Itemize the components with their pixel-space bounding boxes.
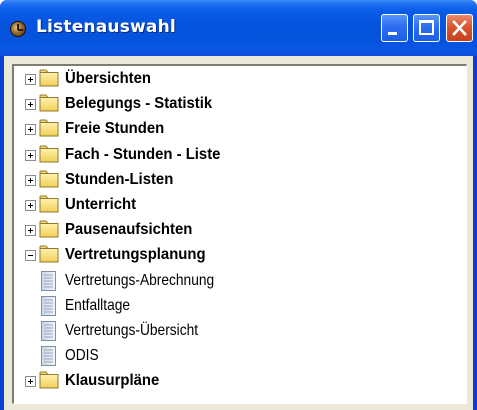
- document-icon: [41, 321, 56, 341]
- collapse-icon[interactable]: [25, 250, 36, 262]
- tree-item-odis[interactable]: ODIS: [14, 344, 454, 369]
- tree-folder-klausurplaene[interactable]: Klausurpläne: [14, 369, 454, 394]
- expand-icon[interactable]: [25, 124, 36, 136]
- tree-item-vertretungs-abrechnung[interactable]: Vertretungs-Abrechnung: [14, 269, 454, 294]
- tree-folder-unterricht[interactable]: Unterricht: [14, 193, 454, 218]
- document-icon: [41, 346, 56, 367]
- tree-folder-pausenaufsichten[interactable]: Pausenaufsichten: [14, 218, 454, 243]
- tree-item-label: Freie Stunden: [65, 120, 165, 138]
- expand-icon[interactable]: [25, 225, 36, 237]
- window-title: Listenauswahl: [36, 17, 176, 37]
- tree-item-label: Entfalltage: [65, 296, 131, 314]
- folder-icon: [39, 245, 59, 263]
- expand-icon[interactable]: [25, 74, 36, 85]
- tree-folder-stunden-listen[interactable]: Stunden-Listen: [14, 168, 454, 193]
- title-bar[interactable]: Listenauswahl: [0, 0, 477, 56]
- tree-item-label: Pausenaufsichten: [65, 221, 193, 239]
- minimize-button[interactable]: [381, 14, 408, 42]
- tree-folder-uebersichten[interactable]: Übersichten: [14, 67, 454, 92]
- folder-icon: [39, 220, 59, 238]
- tree-folder-fach-stunden-liste[interactable]: Fach - Stunden - Liste: [14, 143, 454, 168]
- tree-item-label: Stunden-Listen: [65, 170, 174, 188]
- tree-folder-belegungs-statistik[interactable]: Belegungs - Statistik: [14, 92, 454, 117]
- folder-icon: [39, 170, 59, 188]
- folder-icon: [39, 371, 59, 389]
- tree-folder-vertretungsplanung[interactable]: Vertretungsplanung: [14, 243, 454, 268]
- document-icon: [41, 295, 56, 316]
- tree-item-label: Belegungs - Statistik: [65, 95, 213, 113]
- expand-icon[interactable]: [25, 149, 36, 161]
- listenauswahl-window: Listenauswahl Übersichten Belegungs - Sta…: [0, 0, 477, 410]
- window-client-area: Übersichten Belegungs - Statistik Freie St…: [4, 56, 473, 410]
- tree-item-entfalltage[interactable]: Entfalltage: [14, 294, 454, 319]
- tree-item-label: ODIS: [65, 347, 99, 365]
- expand-icon[interactable]: [25, 174, 36, 186]
- maximize-icon: [419, 20, 434, 35]
- folder-icon: [39, 69, 59, 87]
- tree-item-label: Vertretungsplanung: [65, 246, 206, 264]
- tree-folder-freie-stunden[interactable]: Freie Stunden: [14, 117, 454, 142]
- folder-icon: [39, 94, 59, 112]
- clock-icon: [10, 21, 26, 37]
- expand-icon[interactable]: [25, 200, 36, 211]
- tree-item-label: Unterricht: [65, 196, 137, 213]
- maximize-button[interactable]: [413, 14, 440, 42]
- document-icon: [41, 270, 56, 291]
- close-icon: [452, 20, 467, 36]
- tree-item-label: Fach - Stunden - Liste: [65, 145, 221, 163]
- folder-icon: [39, 195, 59, 213]
- folder-icon: [39, 145, 59, 163]
- tree-item-label: Vertretungs-Übersicht: [65, 322, 199, 339]
- tree-item-label: Klausurpläne: [65, 372, 160, 390]
- minimize-icon: [388, 32, 397, 35]
- expand-icon[interactable]: [25, 376, 36, 388]
- tree-item-label: Vertretungs-Abrechnung: [65, 271, 215, 289]
- list-tree[interactable]: Übersichten Belegungs - Statistik Freie St…: [12, 64, 467, 404]
- expand-icon[interactable]: [25, 99, 36, 111]
- tree-item-label: Übersichten: [65, 70, 151, 87]
- close-button[interactable]: [446, 14, 473, 42]
- tree-item-vertretungs-uebersicht[interactable]: Vertretungs-Übersicht: [14, 319, 454, 344]
- folder-icon: [39, 119, 59, 137]
